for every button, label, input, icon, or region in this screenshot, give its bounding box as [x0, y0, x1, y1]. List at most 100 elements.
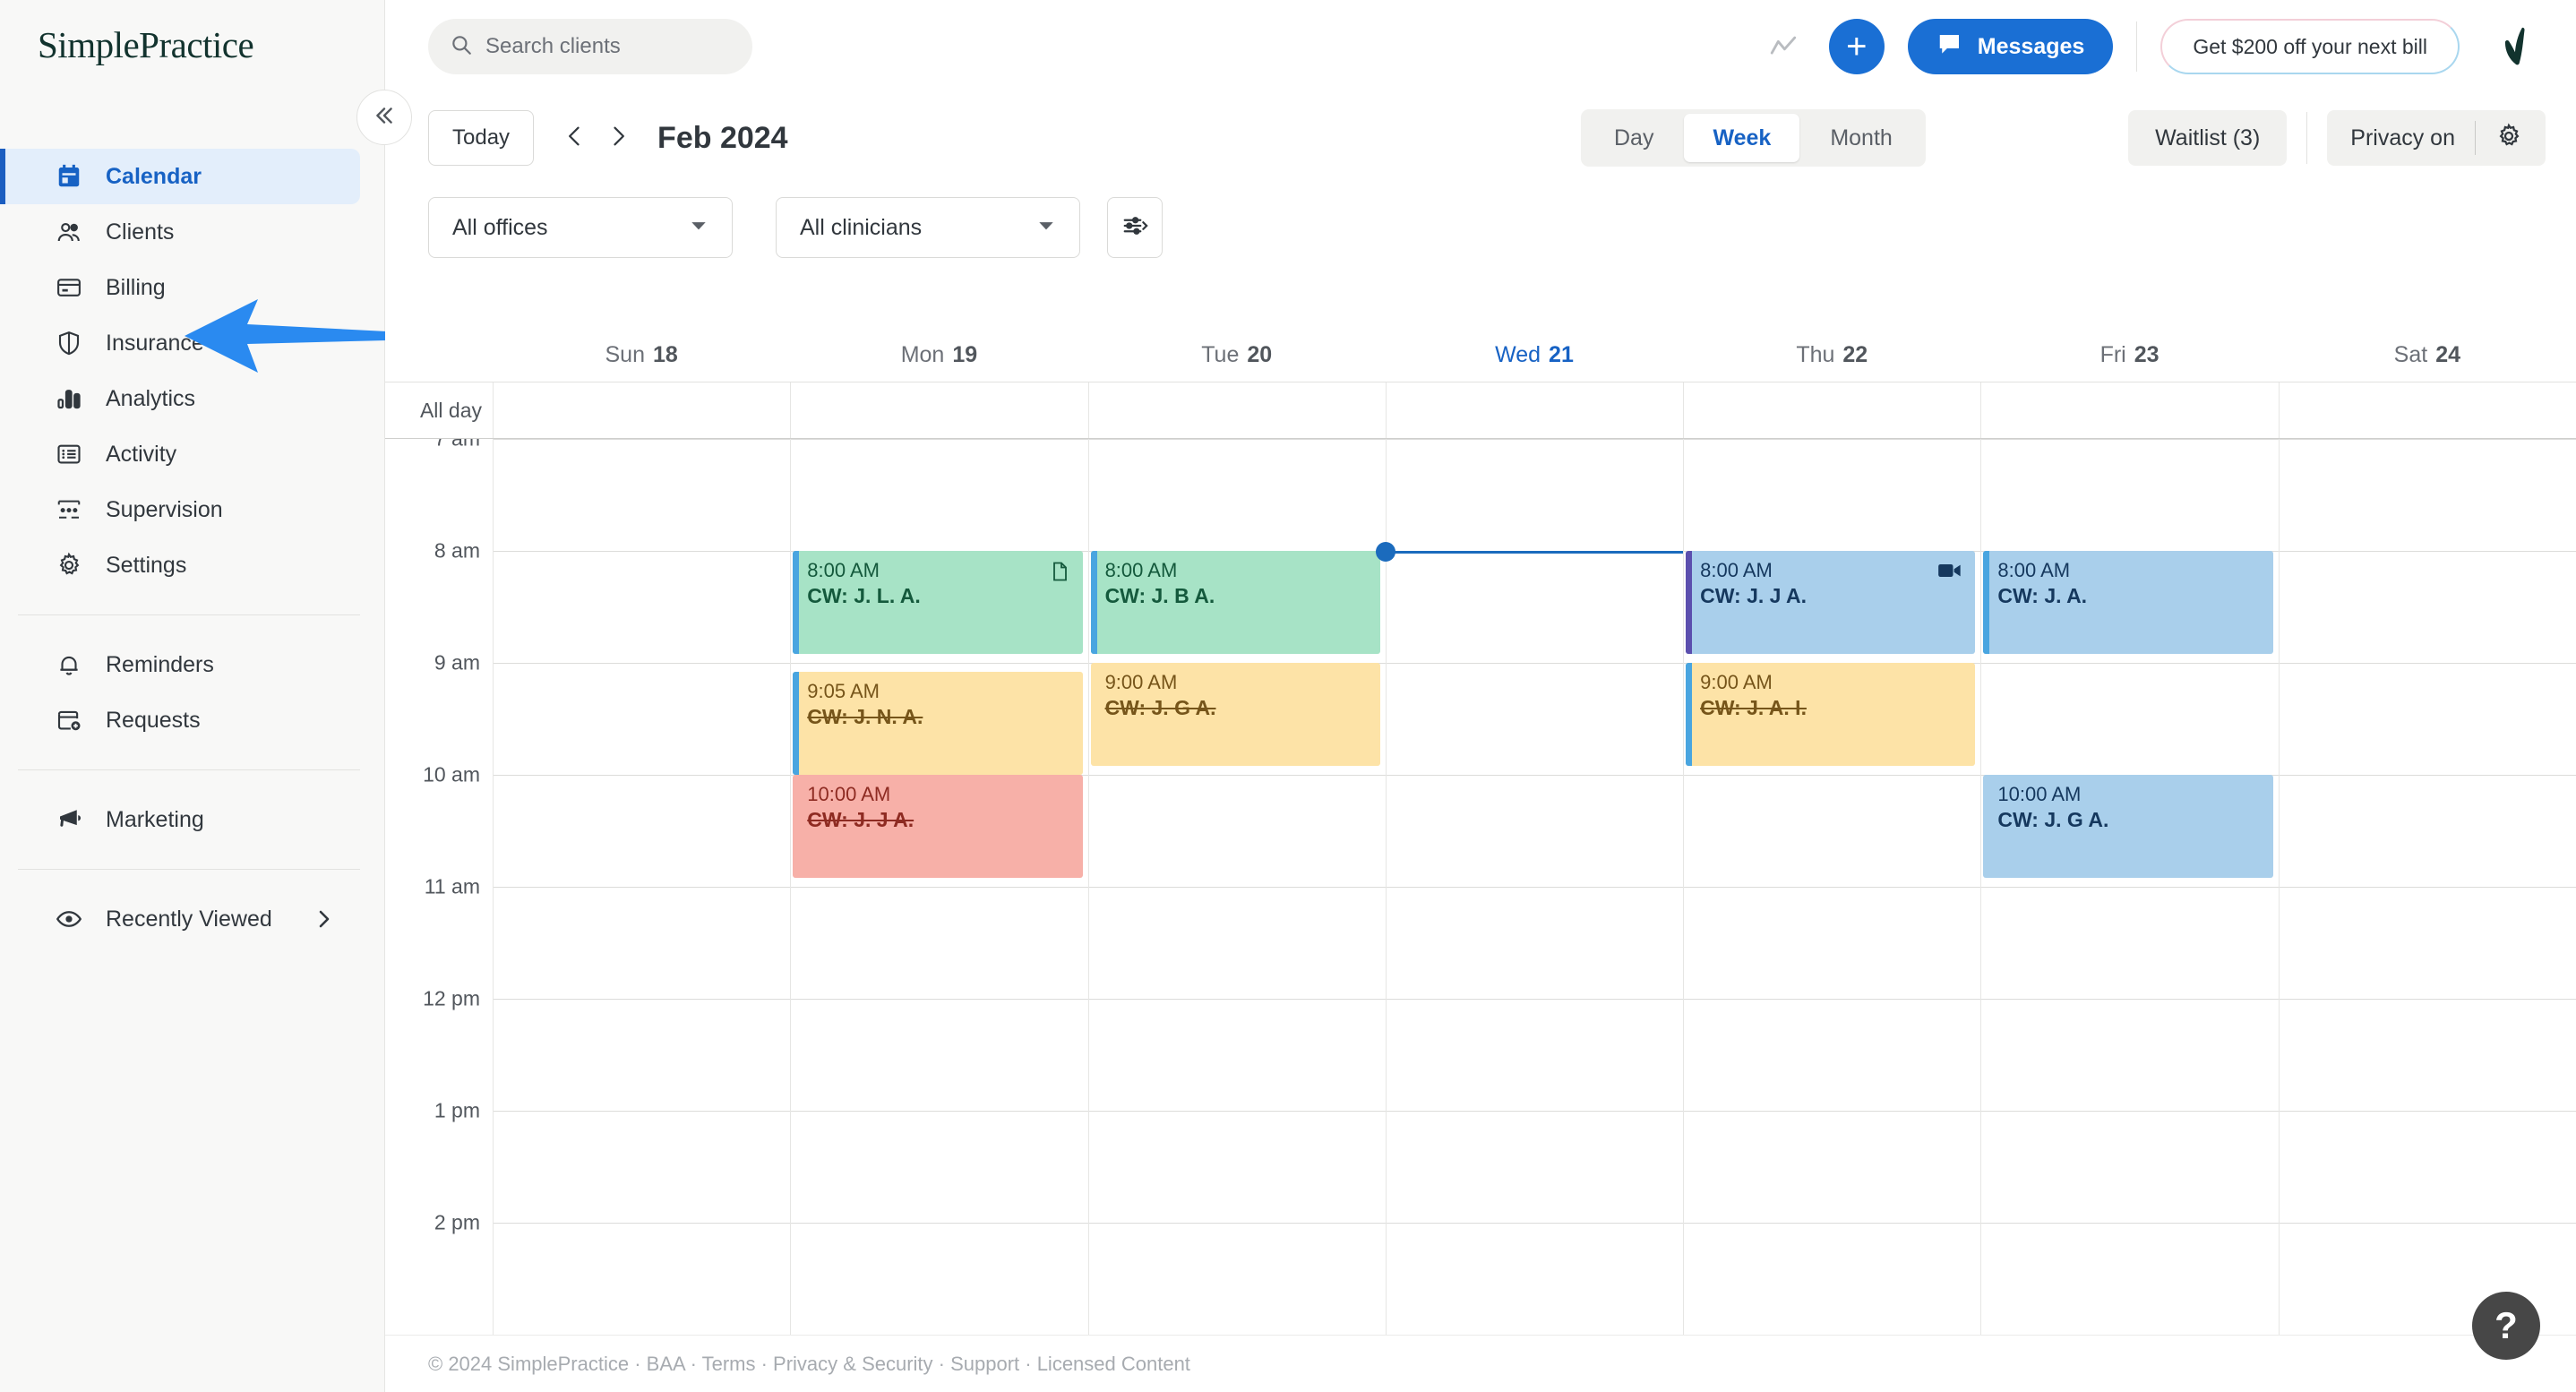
hour-gridline [1386, 999, 1684, 1000]
calendar-event[interactable]: 10:00 AM CW: J. J A. [793, 775, 1083, 878]
view-option-month[interactable]: Month [1801, 114, 1920, 162]
sidebar-item-settings[interactable]: Settings [0, 537, 360, 593]
time-label: 2 pm [434, 1210, 480, 1234]
chevron-right-icon [313, 908, 335, 930]
calendar-event[interactable]: 8:00 AM CW: J. J A. [1686, 551, 1976, 654]
day-column-mon[interactable]: 8:00 AM CW: J. L. A. 9:05 AM CW: J. N. A. 10… [790, 439, 1088, 1335]
next-week-button[interactable] [597, 116, 640, 159]
list-icon [52, 437, 86, 471]
calendar-day-header: Sun 18 Mon 19 Tue 20 Wed 21 Thu 22 Fri 23 Sat 24 [385, 328, 2576, 382]
promo-label: Get $200 off your next bill [2193, 34, 2427, 58]
sidebar-item-calendar[interactable]: Calendar [0, 149, 360, 204]
event-color-bar [1686, 663, 1693, 766]
app-logo[interactable]: SimplePractice [38, 23, 254, 66]
day-header-wed[interactable]: Wed 21 [1386, 328, 1683, 382]
day-of-week-label: Sat [2393, 341, 2428, 367]
calendar-event[interactable]: 8:00 AM CW: J. A. [1983, 551, 2273, 654]
calendar-event[interactable]: 8:00 AM CW: J. L. A. [793, 551, 1083, 654]
sidebar-item-clients[interactable]: Clients [0, 204, 360, 260]
office-filter-select[interactable]: All offices [428, 197, 733, 258]
day-header-fri[interactable]: Fri 23 [1980, 328, 2278, 382]
calendar-event[interactable]: 9:00 AM CW: J. G A. [1090, 663, 1380, 766]
clinician-filter-select[interactable]: All clinicians [776, 197, 1080, 258]
view-option-label: Day [1614, 125, 1654, 150]
waitlist-button[interactable]: Waitlist (3) [2128, 110, 2288, 166]
create-new-button[interactable]: + [1828, 19, 1885, 74]
event-color-bar [793, 672, 800, 775]
promo-button[interactable]: Get $200 off your next bill [2160, 19, 2460, 74]
previous-week-button[interactable] [554, 116, 597, 159]
view-option-label: Week [1713, 125, 1772, 150]
sidebar-item-analytics[interactable]: Analytics [0, 371, 360, 426]
hour-gridline [1088, 439, 1386, 440]
day-column-wed[interactable] [1385, 439, 1684, 1335]
time-label: 1 pm [434, 1098, 480, 1122]
sidebar-item-recently-viewed[interactable]: Recently Viewed [0, 891, 360, 947]
today-button[interactable]: Today [428, 110, 535, 166]
hour-gridline [2279, 999, 2576, 1000]
day-header-thu[interactable]: Thu 22 [1683, 328, 1980, 382]
calendar-event[interactable]: 8:00 AM CW: J. B A. [1090, 551, 1380, 654]
plus-icon: + [1846, 26, 1868, 66]
event-title: CW: J. L. A. [807, 583, 921, 607]
event-title: CW: J. N. A. [807, 704, 923, 728]
day-column-thu[interactable]: 8:00 AM CW: J. J A. 9:00 AM CW: J. A. I. [1683, 439, 1981, 1335]
calendar-settings-button[interactable] [1107, 197, 1163, 258]
search-clients-box[interactable] [428, 19, 752, 74]
all-day-cell[interactable] [1087, 382, 1386, 438]
chevron-right-icon [605, 124, 631, 153]
page-title: Feb 2024 [657, 120, 788, 155]
all-day-cell[interactable] [1980, 382, 2278, 438]
event-color-bar [1090, 551, 1097, 654]
event-title: CW: J. G A. [1997, 807, 2109, 831]
calendar-toolbar: Today Feb 2024 Day Week Month Waitlist (… [385, 93, 2576, 183]
hour-gridline [494, 663, 791, 664]
gear-icon[interactable] [2495, 122, 2522, 154]
all-day-cell[interactable] [1385, 382, 1683, 438]
sidebar-item-marketing[interactable]: Marketing [0, 792, 360, 847]
all-day-cell[interactable] [1683, 382, 1980, 438]
all-day-cell[interactable] [790, 382, 1087, 438]
day-column-sun[interactable] [493, 439, 791, 1335]
privacy-toggle-button[interactable]: Privacy on [2327, 110, 2546, 166]
hour-gridline [1684, 439, 1981, 440]
current-time-dot [1375, 542, 1395, 562]
sidebar-item-billing[interactable]: Billing [0, 260, 360, 315]
today-label: Today [452, 125, 511, 150]
all-day-cell[interactable] [2278, 382, 2576, 438]
clients-icon [52, 215, 86, 249]
calendar-grid[interactable]: 7 am 8 am 9 am 10 am 11 am 12 pm 1 pm 2 pm 8:00… [385, 439, 2576, 1335]
day-header-sat[interactable]: Sat 24 [2279, 328, 2576, 382]
calendar-event[interactable]: 10:00 AM CW: J. G A. [1983, 775, 2273, 878]
view-option-week[interactable]: Week [1684, 114, 1800, 162]
day-header-sun[interactable]: Sun 18 [493, 328, 790, 382]
sidebar-item-activity[interactable]: Activity [0, 426, 360, 482]
sidebar-item-supervision[interactable]: Supervision [0, 482, 360, 537]
messages-button[interactable]: Messages [1907, 19, 2114, 74]
hour-gridline [2279, 887, 2576, 888]
calendar-event[interactable]: 9:05 AM CW: J. N. A. [793, 672, 1083, 775]
day-column-tue[interactable]: 8:00 AM CW: J. B A. 9:00 AM CW: J. G A. [1087, 439, 1386, 1335]
sidebar-item-insurance[interactable]: Insurance [0, 315, 360, 371]
view-option-day[interactable]: Day [1585, 114, 1682, 162]
hour-gridline [494, 1111, 791, 1112]
search-input[interactable] [485, 34, 731, 59]
sidebar-item-requests[interactable]: Requests [0, 692, 360, 748]
event-time: 8:00 AM [1700, 559, 1773, 581]
day-number-label: 21 [1549, 341, 1574, 367]
avatar[interactable] [2486, 22, 2535, 71]
all-day-cell[interactable] [493, 382, 790, 438]
day-column-fri[interactable]: 8:00 AM CW: J. A. 10:00 AM CW: J. G A. [1980, 439, 2279, 1335]
calendar-event[interactable]: 9:00 AM CW: J. A. I. [1686, 663, 1976, 766]
sidebar-item-reminders[interactable]: Reminders [0, 637, 360, 692]
sidebar-item-label: Settings [106, 552, 187, 578]
day-number-label: 23 [2134, 341, 2160, 367]
day-header-tue[interactable]: Tue 20 [1088, 328, 1386, 382]
event-title: CW: J. J A. [1700, 583, 1807, 607]
trend-line-icon[interactable] [1768, 31, 1799, 62]
day-column-sat[interactable] [2278, 439, 2576, 1335]
hour-gridline [1684, 1223, 1981, 1224]
help-button[interactable]: ? [2472, 1292, 2540, 1360]
day-header-mon[interactable]: Mon 19 [790, 328, 1087, 382]
sidebar-collapse-button[interactable] [356, 90, 412, 145]
